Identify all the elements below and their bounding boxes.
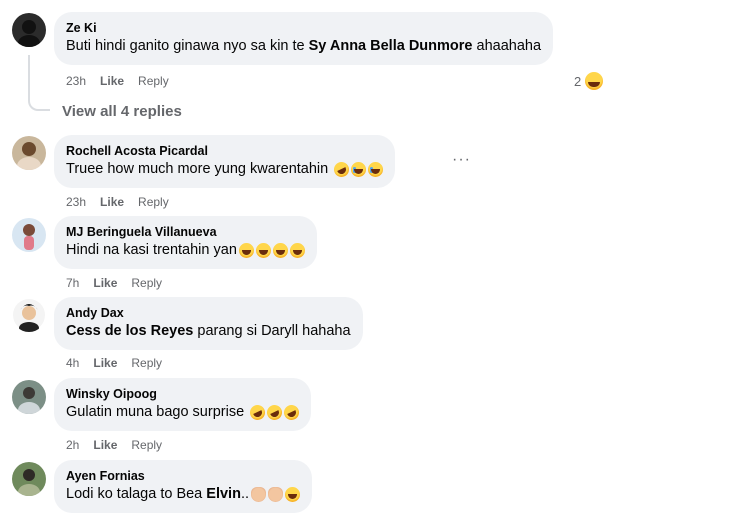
comment-text-segment: Buti hindi ganito ginawa nyo sa kin te [66,38,309,54]
comment-timestamp[interactable]: 4h [66,355,79,371]
comment-author[interactable]: MJ Beringuela Villanueva [66,224,305,240]
avatar[interactable] [12,298,46,332]
laughing-icon [255,242,271,258]
crying-face-icon [351,161,367,177]
like-button[interactable]: Like [100,73,124,89]
reply-button[interactable]: Reply [131,437,162,453]
comment-actions: 4h Like Reply [66,355,162,371]
comment-author[interactable]: Ze Ki [66,20,541,36]
like-button[interactable]: Like [93,275,117,291]
comment-bubble: Andy Dax Cess de los Reyes parang si Dar… [54,297,363,350]
comment-text-segment: .. [240,486,249,502]
comment-author[interactable]: Ayen Fornias [66,468,300,484]
comment-author[interactable]: Rochell Acosta Picardal [66,143,383,159]
comment-text-segment: Hindi na kasi trentahin yan [66,242,237,258]
reply-button[interactable]: Reply [138,194,169,210]
avatar[interactable] [12,13,46,47]
comment-author[interactable]: Winsky Oipoog [66,386,299,402]
comment-text: Lodi ko talaga to Bea Elvin.. [66,484,300,504]
comment-actions: 7h Like Reply [66,275,162,291]
comment-actions: 2h Like Reply [66,437,162,453]
reply-button[interactable]: Reply [131,355,162,371]
like-button[interactable]: Like [93,437,117,453]
rolling-on-floor-laughing-icon [264,402,285,422]
comment-text: Hindi na kasi trentahin yan [66,240,305,260]
haha-reaction-icon [585,72,604,90]
comment-timestamp[interactable]: 23h [66,73,86,89]
comment-text-segment: Truee how much more yung kwarentahin [66,161,333,177]
like-button[interactable]: Like [93,355,117,371]
comment-timestamp[interactable]: 7h [66,275,79,291]
view-all-replies-link[interactable]: View all 4 replies [62,103,182,120]
comment-text-segment: Lodi ko talaga to Bea [66,486,207,502]
mention-link[interactable]: Cess de los Reyes [66,321,193,341]
avatar[interactable] [12,462,46,496]
comment-actions: 23h Like Reply [66,194,169,210]
comment-text-segment: parang si Daryll hahaha [193,323,351,339]
more-options-icon[interactable]: ··· [452,152,471,168]
reply-button[interactable]: Reply [138,73,169,89]
avatar[interactable] [12,380,46,414]
laughing-icon [285,486,300,502]
comment-bubble: Ayen Fornias Lodi ko talaga to Bea Elvin… [54,460,312,513]
comment-bubble: Ze Ki Buti hindi ganito ginawa nyo sa ki… [54,12,554,65]
comment-timestamp[interactable]: 2h [66,437,79,453]
clapping-hands-icon [251,486,266,502]
comment-text: Truee how much more yung kwarentahin [66,159,384,179]
comment-text: Cess de los Reyes parang si Daryll hahah… [66,321,351,341]
comment-author[interactable]: Andy Dax [66,305,351,321]
rolling-on-floor-laughing-icon [331,159,352,179]
crying-face-icon [368,161,384,177]
rolling-on-floor-laughing-icon [281,402,302,422]
comment-bubble: Rochell Acosta Picardal Truee how much m… [54,135,396,188]
laughing-icon [238,242,254,258]
clapping-hands-icon [268,486,283,502]
comment-bubble: MJ Beringuela Villanueva Hindi na kasi t… [54,216,317,269]
mention-link[interactable]: Elvin [206,484,241,504]
comment-bubble: Winsky Oipoog Gulatin muna bago surprise [54,378,312,431]
comment-text: Buti hindi ganito ginawa nyo sa kin te S… [66,36,541,56]
laughing-icon [289,242,305,258]
reaction-count[interactable]: 2 [574,72,604,90]
comment-text-segment: ahaahaha [472,38,542,54]
comment-timestamp[interactable]: 23h [66,194,86,210]
laughing-icon [272,242,288,258]
rolling-on-floor-laughing-icon [247,402,268,422]
avatar[interactable] [12,218,46,252]
avatar[interactable] [12,136,46,170]
reply-button[interactable]: Reply [131,275,162,291]
reaction-count-number: 2 [574,73,582,89]
comment-text-segment: Gulatin muna bago surprise [66,404,249,420]
mention-link[interactable]: Sy Anna Bella Dunmore [309,36,473,56]
comment-text: Gulatin muna bago surprise [66,402,302,422]
comment-actions: 23h Like Reply [66,73,169,89]
like-button[interactable]: Like [100,194,124,210]
reply-thread-connector [28,55,50,111]
